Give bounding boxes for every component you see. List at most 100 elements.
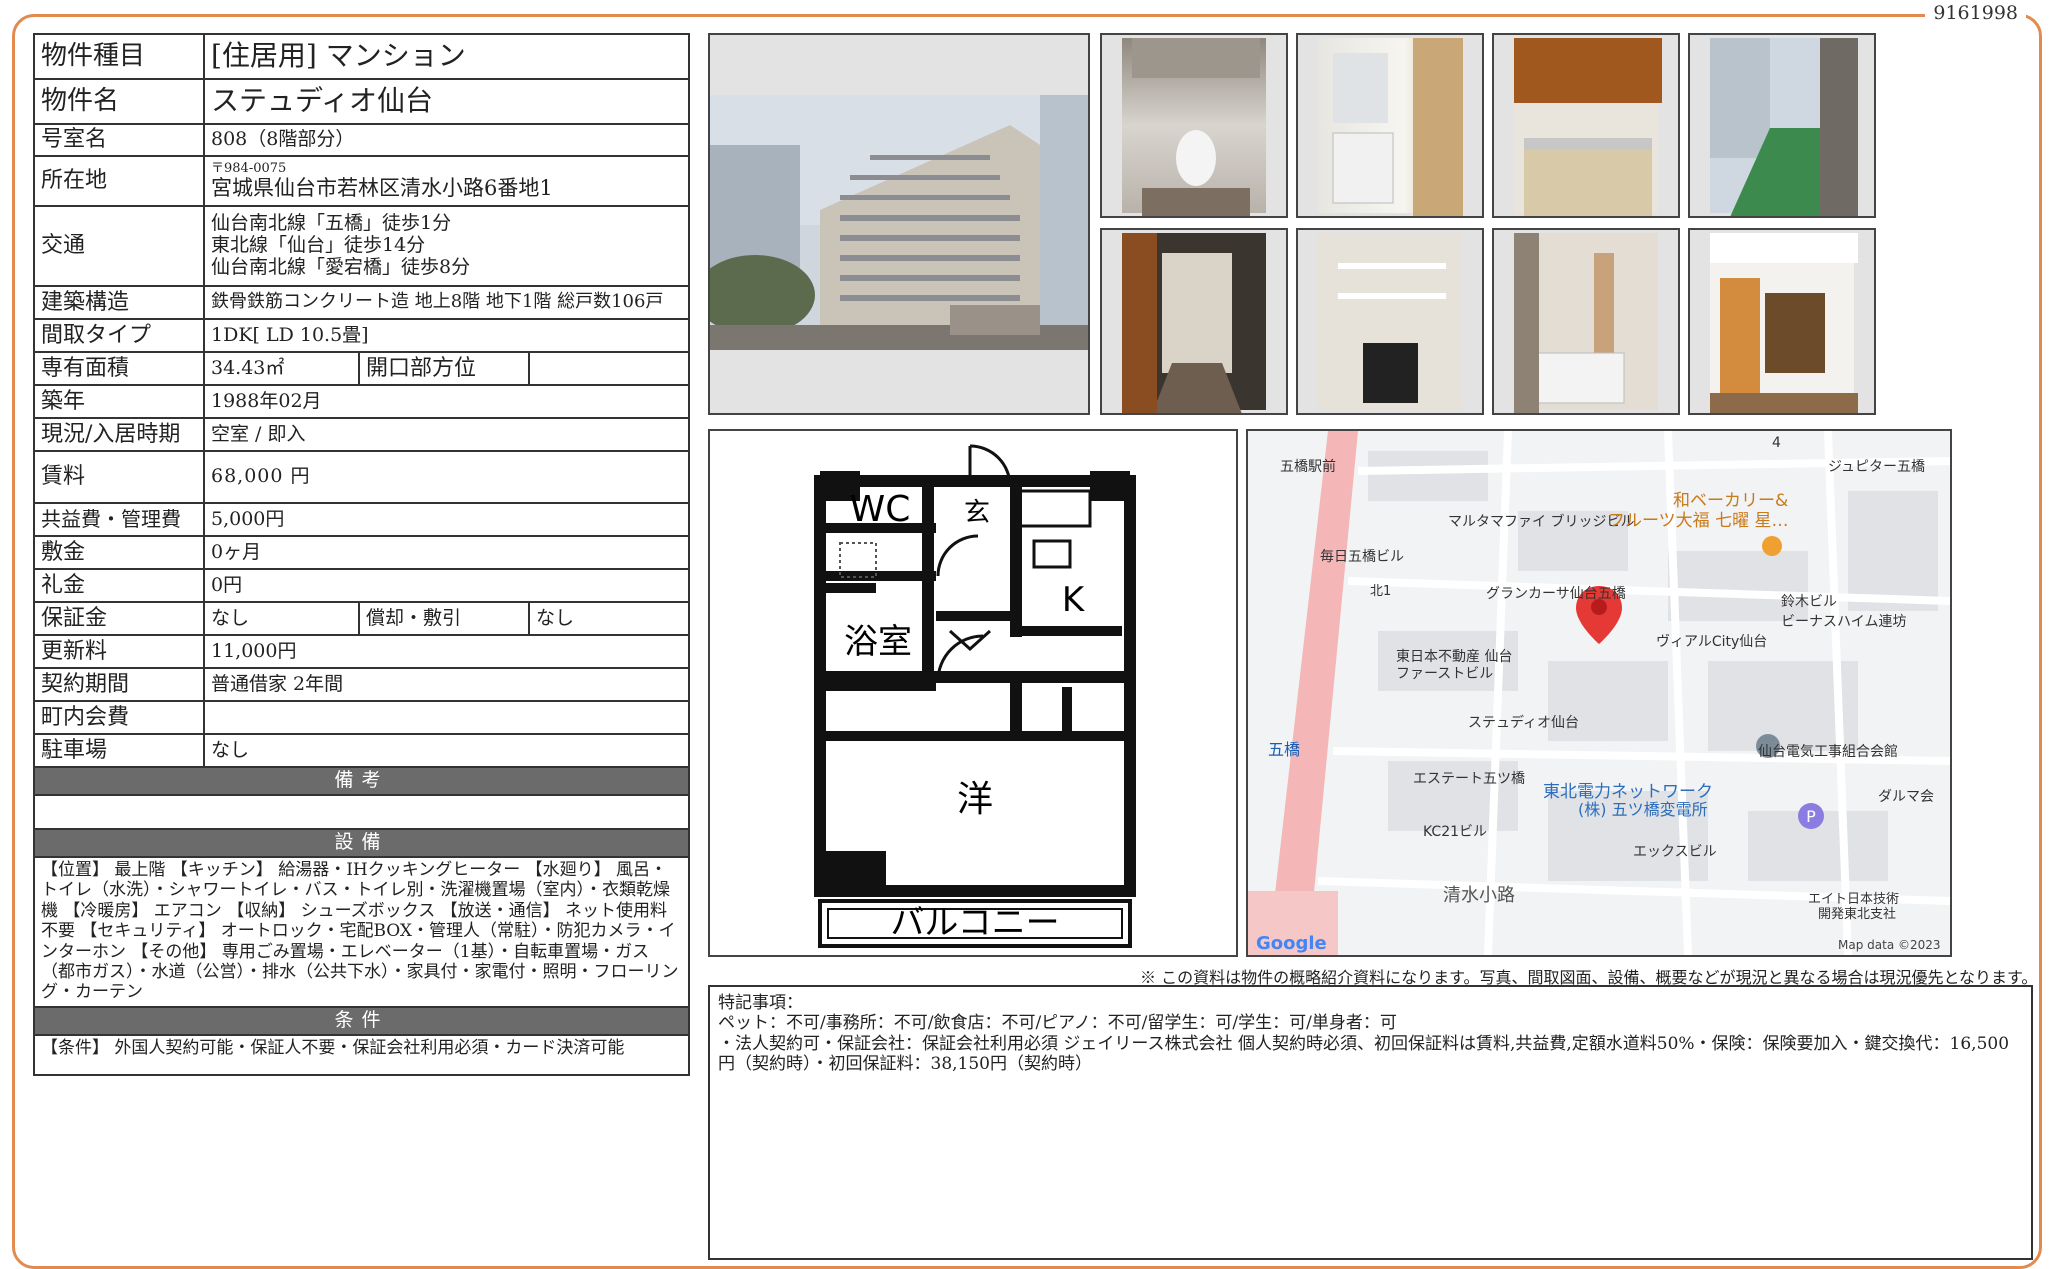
fp-bath-label: 浴室 [844, 622, 912, 662]
guarantee-value: なし [203, 601, 360, 636]
status-value: 空室 / 即入 [202, 417, 691, 452]
assoc-label: 町内会費 [33, 700, 205, 735]
structure-label: 建築構造 [33, 285, 205, 320]
map-label: 鈴木ビル [1781, 594, 1837, 610]
floorplan-drawing: WC 玄 K 浴室 洋 バルコニー [814, 444, 1136, 948]
contract-label: 契約期間 [33, 667, 205, 702]
map-label: 毎日五橋ビル [1320, 549, 1404, 565]
contract-value: 普通借家 2年間 [202, 667, 691, 702]
map-label: ファーストビル [1396, 666, 1493, 682]
direction-label: 開口部方位 [358, 351, 530, 386]
map-label: エックスビル [1633, 844, 1717, 860]
map-label: ステュディオ仙台 [1468, 714, 1579, 731]
deposit-value: 0ヶ月 [202, 535, 691, 570]
special-notes-box: 特記事項： ペット：不可/事務所：不可/飲食店：不可/ピアノ：不可/留学生：可/… [708, 985, 2033, 1260]
map-label: (株) 五ツ橋変電所 [1578, 800, 1708, 819]
svg-text:P: P [1806, 807, 1816, 826]
postal-code: 〒984-0075 [211, 160, 287, 176]
transport-cell: 仙台南北線「五橋」徒歩1分 東北線「仙台」徒歩14分 仙台南北線「愛宕橋」徒歩8… [202, 205, 691, 287]
map-label: 北1 [1370, 584, 1391, 599]
remarks-header: 備考 [32, 766, 691, 796]
conditions-header: 条件 [32, 1006, 691, 1036]
key-money-value: 0円 [202, 568, 691, 603]
room-label: 号室名 [33, 123, 205, 157]
fp-western-label: 洋 [957, 779, 993, 820]
map-label: エイト日本技術 [1808, 892, 1899, 907]
map-label: 仙台電気工事組合会館 [1758, 743, 1898, 760]
laundry-photo [1296, 228, 1484, 415]
guarantee-label: 保証金 [33, 601, 205, 636]
map-label: グランカーサ仙台五橋 [1486, 586, 1626, 602]
map-box[interactable]: P 五橋駅前 4 ジュピター五橋 マルタマファイ ブリッジビル 和ベーカリー& … [1246, 429, 1952, 957]
toilet-photo [1100, 33, 1288, 218]
type-value: [住居用] マンション [202, 33, 691, 80]
map-label: 清水小路 [1443, 885, 1515, 906]
building-image [710, 95, 1088, 350]
map-label: 五橋 [1268, 740, 1300, 759]
rent-value: 68,000 円 [202, 450, 691, 504]
renewal-label: 更新料 [33, 634, 205, 669]
map-label: マルタマファイ ブリッジビル [1448, 513, 1634, 530]
map-label: ビーナスハイム連坊 [1781, 614, 1906, 630]
map-label: 五橋駅前 [1280, 458, 1336, 475]
equipment-header: 設備 [32, 828, 691, 858]
fp-balcony-label: バルコニー [890, 903, 1059, 943]
floorplan-box: WC 玄 K 浴室 洋 バルコニー [708, 429, 1238, 957]
property-info-table: 物件種目 [住居用] マンション 物件名 ステュディオ仙台 号室名 808（8階… [32, 33, 691, 1076]
map-label: 東日本不動産 仙台 [1396, 649, 1512, 665]
special-notes-line: ペット：不可/事務所：不可/飲食店：不可/ピアノ：不可/留学生：可/学生：可/単… [718, 1013, 1397, 1034]
transport-line: 仙台南北線「五橋」徒歩1分 [211, 212, 452, 235]
map-drawing: P 五橋駅前 4 ジュピター五橋 マルタマファイ ブリッジビル 和ベーカリー& … [1248, 431, 1950, 955]
structure-value: 鉄骨鉄筋コンクリート造 地上8階 地下1階 総戸数106戸 [202, 285, 691, 320]
exterior-photo [708, 33, 1090, 415]
fp-kitchen-label: K [1062, 580, 1086, 620]
fp-wc-label: WC [850, 489, 911, 530]
address-value: 宮城県仙台市若林区清水小路6番地1 [211, 176, 553, 201]
balcony-photo [1688, 33, 1876, 218]
room-photo [1688, 228, 1876, 415]
amort-value: なし [527, 601, 691, 636]
kitchen-photo [1492, 33, 1680, 218]
renewal-value: 11,000円 [202, 634, 691, 669]
document-id: 9161998 [1925, 2, 2026, 24]
name-label: 物件名 [33, 78, 205, 125]
address-cell: 〒984-0075 宮城県仙台市若林区清水小路6番地1 [202, 155, 691, 207]
built-value: 1988年02月 [202, 384, 691, 419]
transport-label: 交通 [33, 205, 205, 287]
fp-genkan-label: 玄 [964, 498, 990, 528]
transport-line: 仙台南北線「愛宕橋」徒歩8分 [211, 255, 471, 278]
bathroom-photo [1492, 228, 1680, 415]
assoc-value [202, 700, 691, 735]
map-label: 和ベーカリー& [1673, 491, 1788, 511]
direction-value [527, 351, 691, 386]
map-label: ダルマ会 [1878, 789, 1934, 805]
type-label: 物件種目 [33, 33, 205, 80]
name-value: ステュディオ仙台 [202, 78, 691, 125]
map-attribution: Map data ©2023 [1838, 938, 1941, 952]
special-notes-title: 特記事項： [718, 993, 803, 1013]
google-logo: Google [1256, 933, 1327, 954]
map-label: 東北電力ネットワーク [1543, 782, 1713, 802]
fee-value: 5,000円 [202, 502, 691, 537]
deposit-label: 敷金 [33, 535, 205, 570]
area-label: 専有面積 [33, 351, 205, 386]
hallway-photo [1100, 228, 1288, 415]
layout-value: 1DK[ LD 10.5畳] [202, 318, 691, 353]
status-label: 現況/入居時期 [33, 417, 205, 452]
remarks-body [32, 794, 691, 830]
map-label: KC21ビル [1423, 824, 1487, 840]
map-label: ジュピター五橋 [1828, 459, 1925, 475]
map-label: 開発東北支社 [1818, 906, 1896, 922]
amort-label: 償却・敷引 [358, 601, 530, 636]
parking-label: 駐車場 [33, 733, 205, 768]
washroom-photo [1296, 33, 1484, 218]
key-money-label: 礼金 [33, 568, 205, 603]
layout-label: 間取タイプ [33, 318, 205, 353]
conditions-body: 【条件】 外国人契約可能・保証人不要・保証会社利用必須・カード決済可能 [32, 1034, 691, 1076]
area-value: 34.43㎡ [203, 351, 360, 386]
map-label: フルーツ大福 七曜 星… [1608, 511, 1788, 531]
address-label: 所在地 [33, 155, 205, 207]
map-label: ヴィアルCity仙台 [1656, 633, 1767, 650]
special-notes-line: ・法人契約可・保証会社：保証会社利用必須 ジェイリース株式会社 個人契約時必須、… [718, 1033, 2010, 1075]
map-label: エステート五ツ橋 [1413, 771, 1525, 787]
